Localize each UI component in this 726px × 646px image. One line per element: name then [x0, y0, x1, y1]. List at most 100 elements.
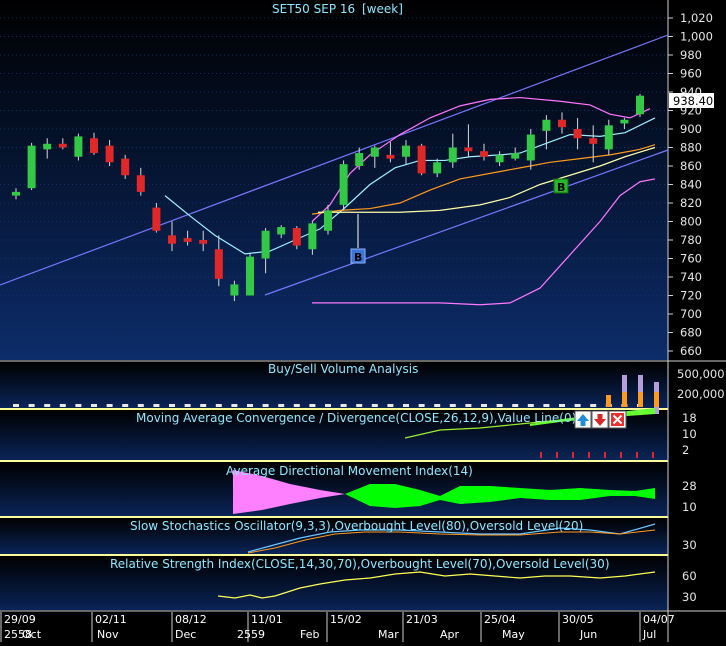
volume-bar [44, 404, 51, 407]
date-label: 30/05 [562, 613, 594, 626]
volume-bar [106, 404, 113, 407]
main-title: SET50 SEP 16 [272, 2, 355, 16]
price-axis-label: 900 [680, 122, 702, 136]
candle-body [526, 134, 535, 161]
candle-body [277, 227, 286, 235]
candle-body [620, 119, 629, 124]
volume-bar [262, 404, 269, 407]
macd-histogram-bar [652, 452, 654, 458]
stoch-axis-label: 30 [682, 538, 697, 552]
month-label: 2559 [237, 628, 265, 641]
volume-bar [512, 404, 519, 407]
volume-bar [574, 404, 581, 407]
volume-bar [403, 404, 409, 407]
volume-bar [527, 404, 534, 407]
volume-bar [496, 404, 503, 407]
volume-bar [590, 404, 597, 407]
volume-bar [59, 404, 66, 407]
candle-body [308, 223, 317, 250]
month-label: Jul [642, 628, 656, 641]
volume-axis-label: 200,000 [677, 387, 725, 401]
volume-bar [356, 404, 363, 407]
month-label: Oct [22, 628, 42, 641]
macd-histogram-bar [636, 452, 638, 458]
chart-canvas: SET50 SEP 16 [week] Buy/Sell Volume Anal… [0, 0, 726, 642]
adx-axis-label: 28 [682, 479, 697, 493]
price-axis-label: 680 [680, 326, 702, 340]
date-label: 11/01 [251, 613, 283, 626]
volume-bar [434, 404, 441, 407]
candle-body [183, 238, 192, 242]
candle-body [292, 227, 301, 246]
price-axis-label: 1,000 [680, 30, 713, 44]
candle-body [573, 129, 582, 139]
candle-body [214, 249, 223, 279]
candle-body [12, 191, 20, 196]
volume-bar [481, 404, 487, 407]
volume-bar [75, 404, 82, 407]
volume-bar [231, 404, 238, 407]
volume-bar [559, 404, 565, 407]
volume-bar [340, 404, 347, 407]
candle-body [589, 138, 598, 144]
macd-histogram-bar [572, 452, 574, 458]
stoch-title: Slow Stochastics Oscillator(9,3,3),Overb… [130, 519, 583, 533]
candle-body [152, 207, 161, 231]
candle-body [542, 119, 551, 131]
volume-bar [278, 404, 285, 407]
date-label: 29/09 [4, 613, 36, 626]
month-label: Mar [378, 628, 399, 641]
date-label: 15/02 [330, 613, 362, 626]
candle-body [464, 147, 473, 152]
move-up-button[interactable] [574, 410, 592, 429]
volume-bar [28, 404, 35, 407]
candle-body [246, 256, 254, 296]
candle-body [339, 164, 348, 205]
buy-signal-label: B [557, 181, 565, 194]
price-axis-label: 820 [680, 196, 702, 210]
candle-body [105, 145, 114, 163]
month-label: Nov [97, 628, 119, 641]
candle-body [168, 235, 176, 244]
macd-histogram-bar [620, 452, 622, 458]
volume-bar [371, 404, 378, 407]
volume-bar [543, 404, 550, 407]
volume-bar [293, 404, 300, 407]
candle-body [90, 138, 98, 154]
buy-signal-label: B [354, 251, 362, 264]
volume-axis-label: 500,000 [677, 367, 725, 381]
volume-bar [418, 404, 425, 407]
price-axis-label: 940 [680, 85, 702, 99]
candle-body [386, 154, 395, 159]
candle-body [495, 154, 504, 163]
candle-body [136, 175, 145, 192]
x-axis: 29/09 02/11 08/12 11/01 15/02 21/03 25/04 30/05… [0, 612, 675, 642]
macd-histogram-bar [556, 452, 558, 458]
volume-bar [465, 404, 472, 407]
macd-histogram-bar [588, 452, 590, 458]
volume-bar [654, 392, 659, 407]
price-axis-label: 740 [680, 270, 702, 284]
adx-axis-label: 10 [682, 500, 697, 514]
volume-bar [449, 404, 456, 407]
month-label: Jun [579, 628, 597, 641]
month-label: Apr [440, 628, 460, 641]
candle-body [324, 210, 332, 231]
volume-bar [122, 404, 129, 407]
price-axis-label: 960 [680, 67, 702, 81]
price-axis-label: 660 [680, 344, 702, 358]
macd-title: Moving Average Convergence / Divergence(… [136, 411, 576, 425]
date-label: 21/03 [406, 613, 438, 626]
date-label: 04/07 [643, 613, 675, 626]
price-axis-label: 720 [680, 289, 702, 303]
move-down-button[interactable] [591, 410, 609, 429]
price-axis-label: 860 [680, 159, 702, 173]
price-axis-label: 840 [680, 178, 702, 192]
candle-body [402, 145, 410, 157]
candle-body [370, 147, 379, 157]
volume-bar [309, 404, 316, 407]
month-label: Feb [300, 628, 319, 641]
remove-indicator-button[interactable] [608, 410, 627, 429]
volume-bar [622, 392, 627, 407]
candle-body [558, 119, 566, 128]
